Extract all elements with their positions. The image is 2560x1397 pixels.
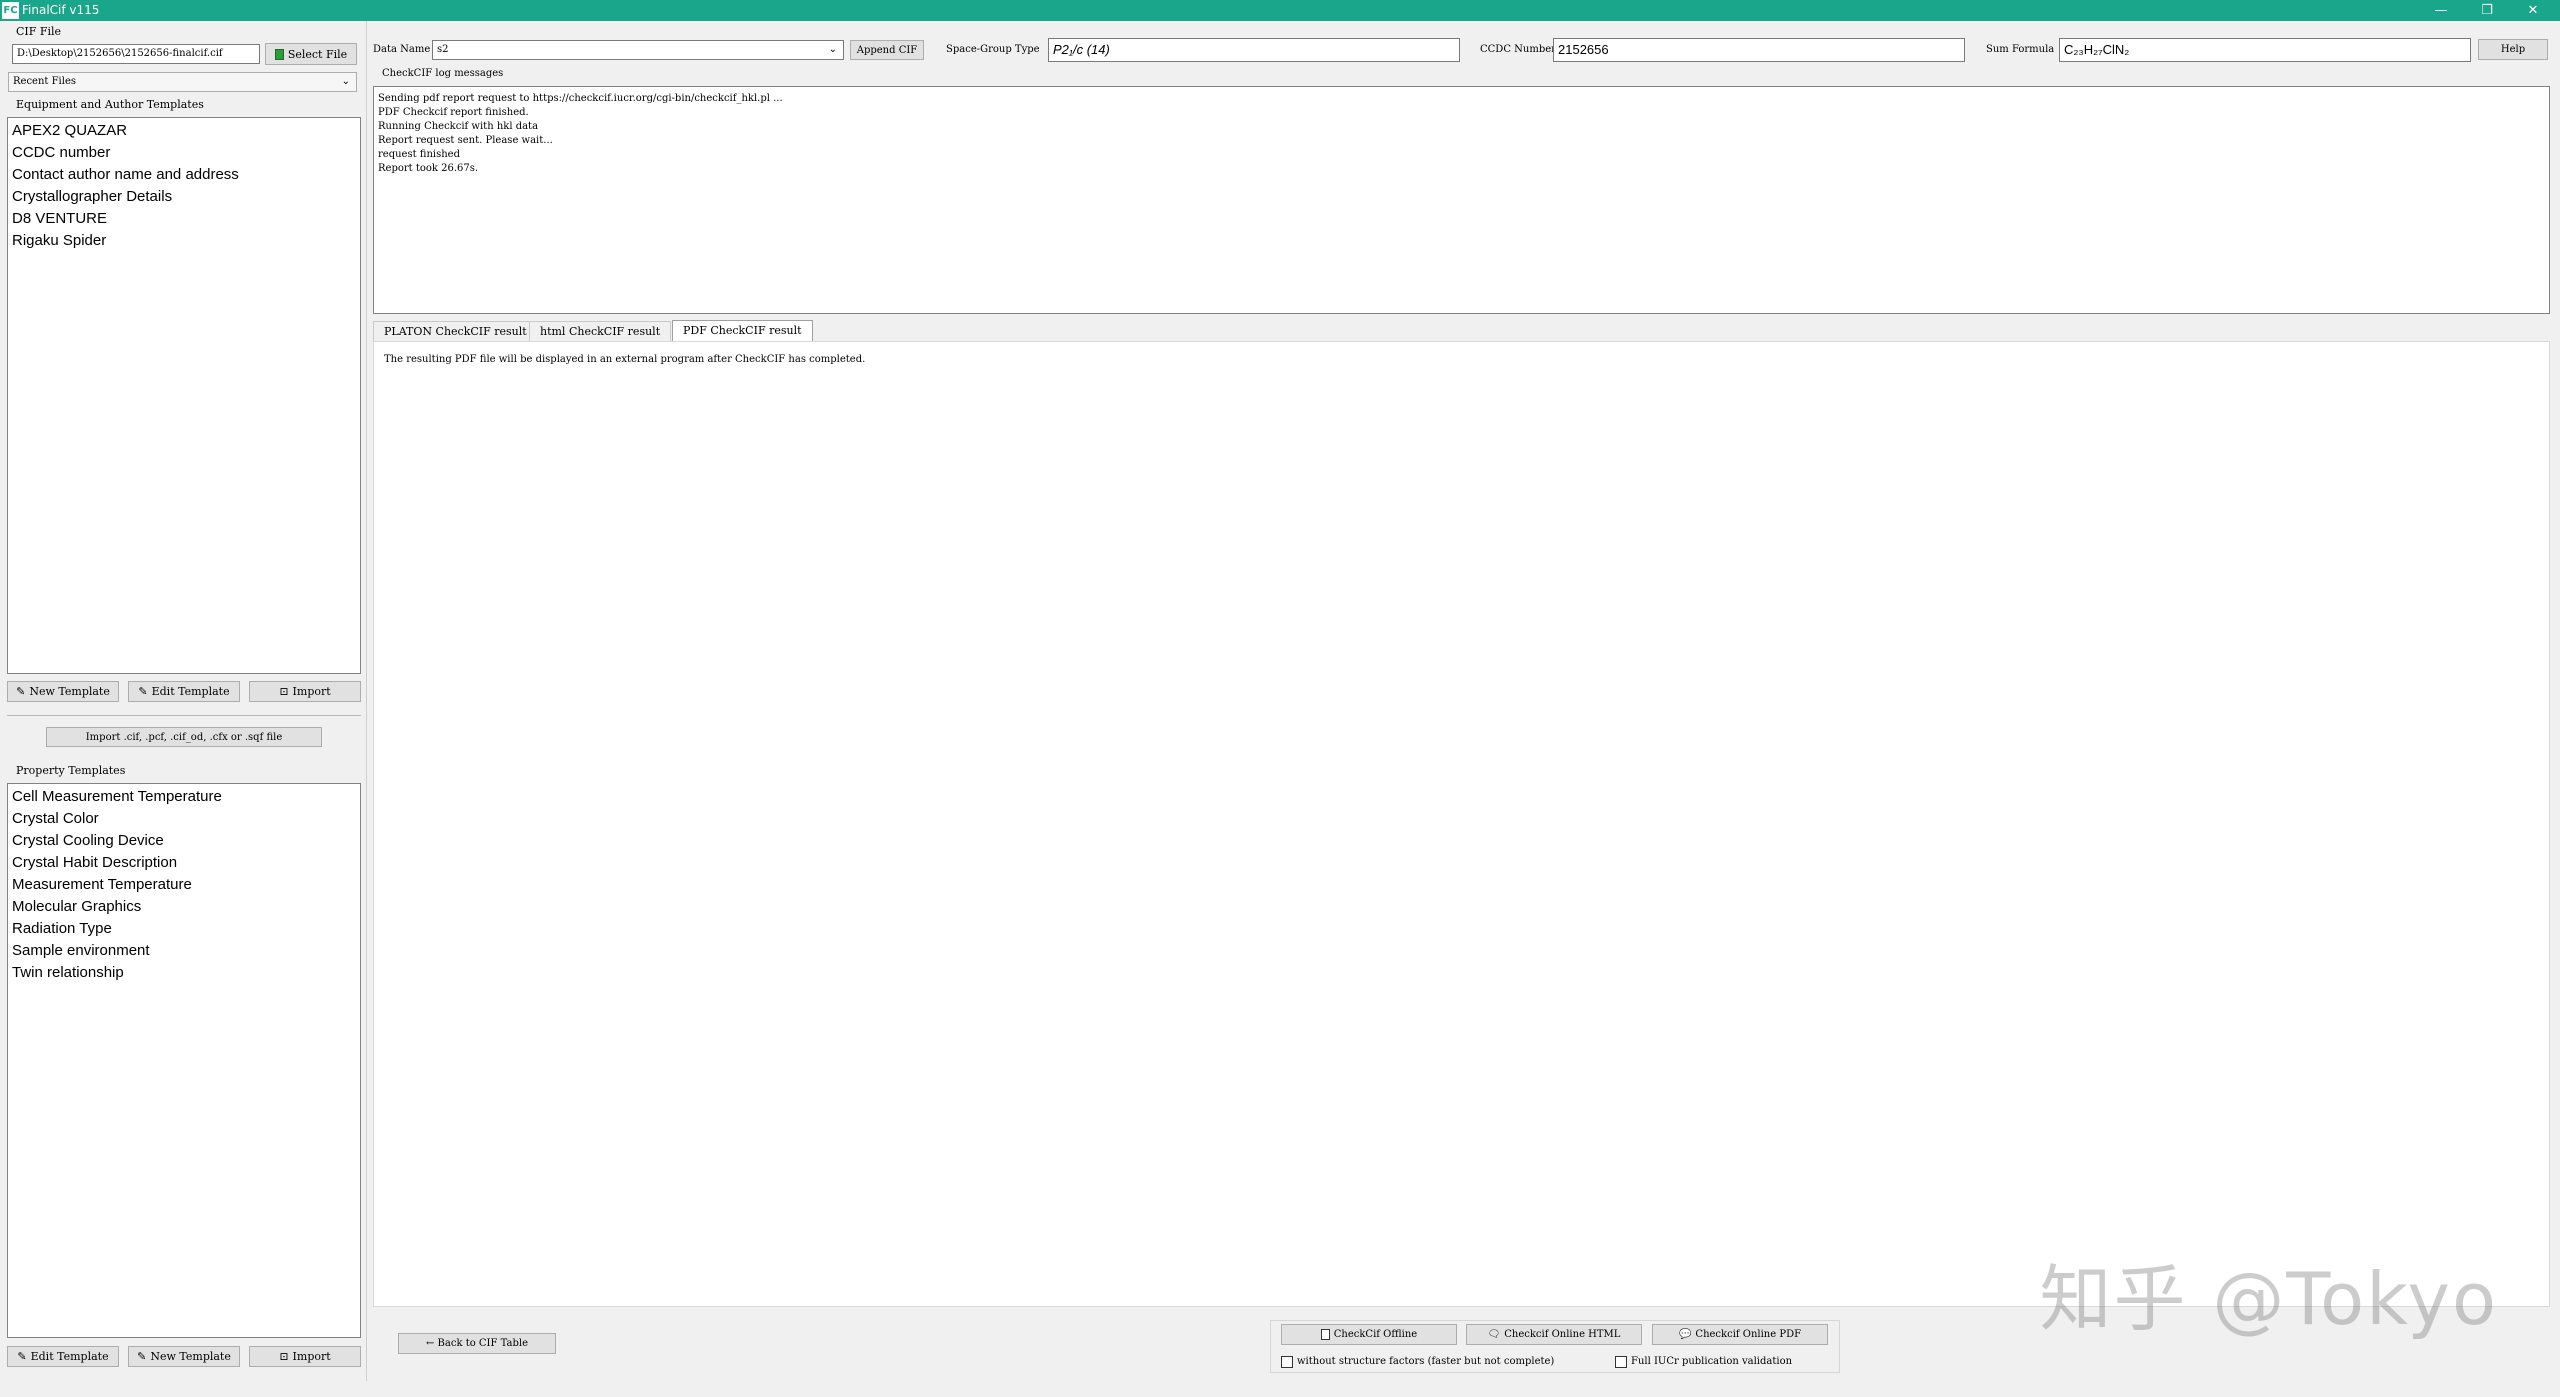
list-item[interactable]: APEX2 QUAZAR bbox=[12, 120, 356, 142]
property-templates-label: Property Templates bbox=[16, 764, 126, 777]
list-item[interactable]: Crystal Cooling Device bbox=[12, 830, 356, 852]
ccdc-number-field[interactable]: 2152656 bbox=[1553, 38, 1965, 62]
log-line: Running Checkcif with hkl data bbox=[378, 121, 539, 132]
log-messages-area[interactable]: Sending pdf report request to https://ch… bbox=[373, 86, 2550, 314]
list-item[interactable]: Rigaku Spider bbox=[12, 230, 356, 252]
import-icon: ⊡ bbox=[279, 685, 289, 698]
data-name-dropdown[interactable]: s2 ⌄ bbox=[432, 40, 844, 60]
chevron-down-icon: ⌄ bbox=[828, 44, 837, 55]
pdf-icon: 💬 bbox=[1678, 1329, 1692, 1340]
list-item[interactable]: Radiation Type bbox=[12, 918, 356, 940]
tab-html-checkcif[interactable]: html CheckCIF result bbox=[529, 321, 672, 341]
document-icon bbox=[1320, 1329, 1330, 1340]
space-group-field[interactable]: P2₁/c (14) bbox=[1048, 38, 1460, 62]
space-group-label: Space-Group Type bbox=[946, 44, 1040, 55]
select-file-label: Select File bbox=[287, 47, 348, 61]
list-item[interactable]: D8 VENTURE bbox=[12, 208, 356, 230]
tab-pdf-checkcif[interactable]: PDF CheckCIF result bbox=[672, 320, 813, 342]
help-button[interactable]: Help bbox=[2478, 39, 2548, 60]
list-item[interactable]: Sample environment bbox=[12, 940, 356, 962]
edit-icon: ✎ bbox=[17, 1350, 27, 1363]
edit-template-bottom-button[interactable]: ✎ Edit Template bbox=[7, 1346, 119, 1367]
log-line: Sending pdf report request to https://ch… bbox=[378, 93, 783, 104]
checkcif-offline-button[interactable]: CheckCif Offline bbox=[1281, 1324, 1457, 1345]
equipment-templates-list: APEX2 QUAZAR CCDC number Contact author … bbox=[7, 117, 361, 674]
property-templates-list: Cell Measurement Temperature Crystal Col… bbox=[7, 783, 361, 1338]
back-to-cif-table-button[interactable]: ← Back to CIF Table bbox=[398, 1333, 556, 1354]
import-bottom-button[interactable]: ⊡ Import bbox=[249, 1346, 361, 1367]
full-iucr-validation-label: Full IUCr publication validation bbox=[1631, 1356, 1793, 1367]
recent-files-label: Recent Files bbox=[13, 76, 76, 87]
app-logo-icon: FC bbox=[2, 2, 19, 19]
append-cif-button[interactable]: Append CIF bbox=[850, 40, 924, 60]
list-item[interactable]: Molecular Graphics bbox=[12, 896, 356, 918]
edit-template-button[interactable]: ✎ Edit Template bbox=[128, 681, 240, 702]
full-iucr-validation-checkbox[interactable] bbox=[1615, 1356, 1627, 1368]
sum-formula-label: Sum Formula bbox=[1986, 44, 2055, 55]
file-icon bbox=[274, 48, 284, 60]
checkcif-online-html-button[interactable]: 🗨 Checkcif Online HTML bbox=[1466, 1324, 1642, 1345]
tab-platon-checkcif[interactable]: PLATON CheckCIF result bbox=[373, 321, 538, 341]
import-files-button[interactable]: Import .cif, .pcf, .cif_od, .cfx or .sqf… bbox=[46, 727, 322, 747]
list-item[interactable]: Crystal Color bbox=[12, 808, 356, 830]
watermark: 知乎 @Tokyo bbox=[2039, 1257, 2498, 1341]
new-template-button[interactable]: ✎ New Template bbox=[7, 681, 119, 702]
log-line: Report took 26.67s. bbox=[378, 163, 479, 174]
select-file-button[interactable]: Select File bbox=[265, 43, 357, 65]
checkcif-online-pdf-button[interactable]: 💬 Checkcif Online PDF bbox=[1652, 1324, 1828, 1345]
log-line: Report request sent. Please wait... bbox=[378, 135, 553, 146]
window-title: FinalCif v115 bbox=[22, 3, 100, 17]
log-messages-label: CheckCIF log messages bbox=[382, 68, 504, 79]
result-message: The resulting PDF file will be displayed… bbox=[384, 354, 866, 365]
sum-formula-field[interactable]: C₂₃H₂₇ClN₂ bbox=[2059, 38, 2471, 62]
divider bbox=[7, 715, 361, 716]
new-template-bottom-button[interactable]: ✎ New Template bbox=[128, 1346, 240, 1367]
chevron-down-icon: ⌄ bbox=[341, 76, 350, 87]
list-item[interactable]: Measurement Temperature bbox=[12, 874, 356, 896]
list-item[interactable]: Contact author name and address bbox=[12, 164, 356, 186]
list-item[interactable]: Cell Measurement Temperature bbox=[12, 786, 356, 808]
log-line: PDF Checkcif report finished. bbox=[378, 107, 529, 118]
without-structure-factors-label: without structure factors (faster but no… bbox=[1297, 1356, 1555, 1367]
without-structure-factors-checkbox[interactable] bbox=[1281, 1356, 1293, 1368]
list-item[interactable]: CCDC number bbox=[12, 142, 356, 164]
result-pane: The resulting PDF file will be displayed… bbox=[373, 341, 2550, 1307]
equipment-templates-label: Equipment and Author Templates bbox=[16, 98, 204, 111]
new-template-icon: ✎ bbox=[137, 1350, 147, 1363]
new-template-icon: ✎ bbox=[16, 685, 26, 698]
restore-button[interactable]: ❐ bbox=[2464, 0, 2510, 21]
recent-files-dropdown[interactable]: Recent Files ⌄ bbox=[8, 72, 357, 92]
cif-file-label: CIF File bbox=[16, 25, 62, 38]
title-bar: FC FinalCif v115 — ❐ ✕ bbox=[0, 0, 2560, 21]
import-icon: ⊡ bbox=[279, 1350, 289, 1363]
log-line: request finished bbox=[378, 149, 460, 160]
list-item[interactable]: Crystal Habit Description bbox=[12, 852, 356, 874]
data-name-label: Data Name bbox=[373, 44, 431, 55]
splitter[interactable] bbox=[366, 21, 367, 1381]
list-item[interactable]: Crystallographer Details bbox=[12, 186, 356, 208]
ccdc-number-label: CCDC Number bbox=[1480, 44, 1556, 55]
html-icon: 🗨 bbox=[1487, 1329, 1501, 1340]
minimize-button[interactable]: — bbox=[2418, 0, 2464, 21]
close-button[interactable]: ✕ bbox=[2510, 0, 2556, 21]
edit-icon: ✎ bbox=[138, 685, 148, 698]
list-item[interactable]: Twin relationship bbox=[12, 962, 356, 984]
import-button[interactable]: ⊡ Import bbox=[249, 681, 361, 702]
cif-file-path-field[interactable]: D:\Desktop\2152656\2152656-finalcif.cif bbox=[12, 44, 260, 64]
